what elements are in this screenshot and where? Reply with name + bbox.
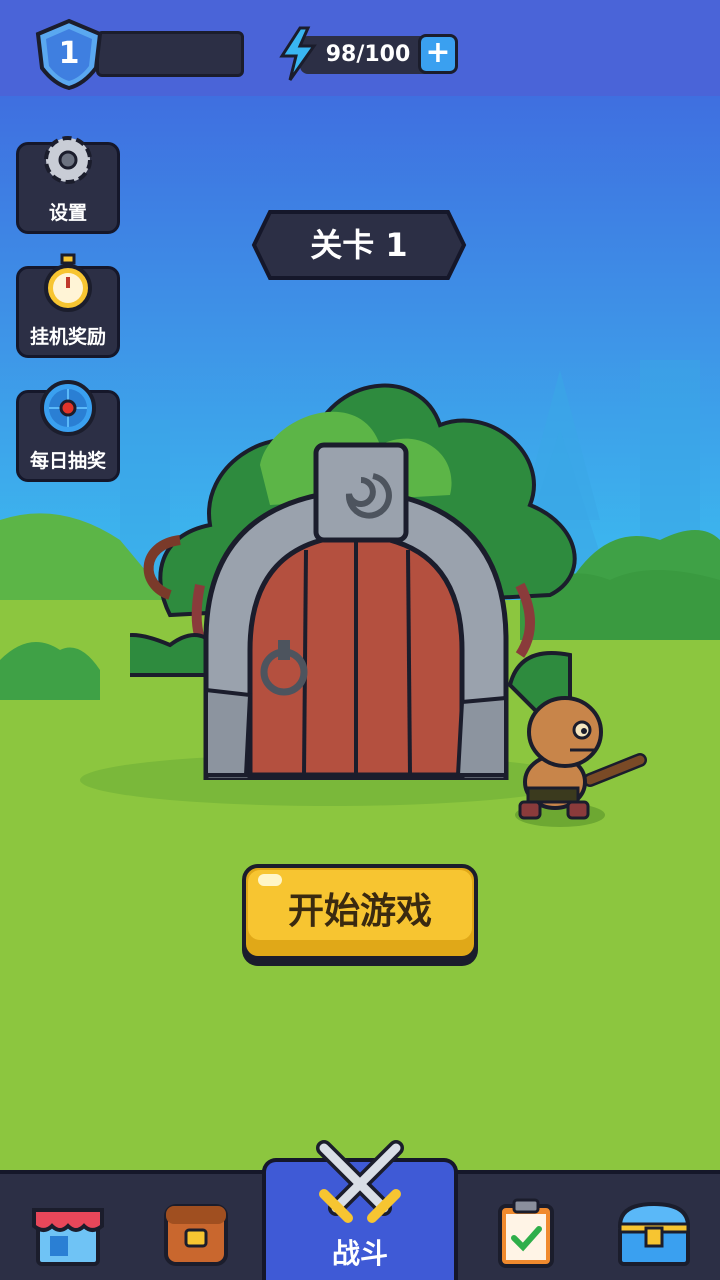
start-game-button[interactable]: 开始游戏 bbox=[240, 864, 480, 960]
idle-reward-button[interactable]: 挂机奖励 bbox=[16, 253, 120, 358]
lightning-icon bbox=[279, 26, 317, 81]
daily-lottery-label: 每日抽奖 bbox=[29, 450, 106, 472]
idle-reward-label: 挂机奖励 bbox=[29, 326, 106, 348]
level-title: 关卡 1 bbox=[310, 226, 408, 264]
gear-icon bbox=[44, 136, 92, 184]
shop-icon[interactable] bbox=[28, 1196, 108, 1270]
stopwatch-icon bbox=[44, 253, 92, 312]
settings-button[interactable]: 设置 bbox=[16, 136, 120, 234]
crossed-swords-icon bbox=[316, 1140, 404, 1223]
settings-label: 设置 bbox=[48, 202, 87, 224]
stage-door[interactable] bbox=[186, 440, 526, 780]
goblin-enemy[interactable] bbox=[510, 690, 650, 825]
wheel-icon bbox=[40, 380, 96, 436]
backpack-icon[interactable] bbox=[156, 1196, 236, 1270]
tab-battle-label: 战斗 bbox=[331, 1237, 388, 1270]
energy-count: 98/100 bbox=[325, 42, 411, 67]
level-number: 1 bbox=[58, 36, 80, 71]
clipboard-icon[interactable] bbox=[486, 1196, 566, 1270]
treasure-chest-icon[interactable] bbox=[614, 1196, 694, 1270]
xp-bar bbox=[96, 31, 244, 77]
daily-lottery-button[interactable]: 每日抽奖 bbox=[16, 380, 120, 482]
add-energy-button[interactable]: + bbox=[418, 34, 458, 74]
